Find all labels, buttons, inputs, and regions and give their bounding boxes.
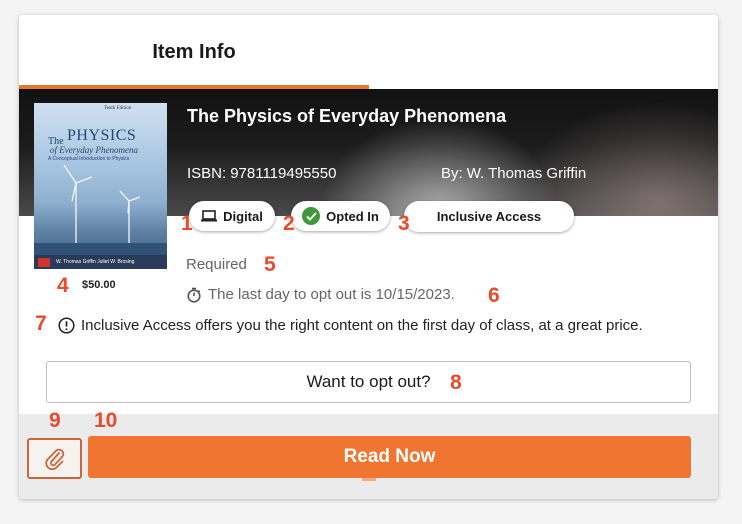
wind-turbine-illustration xyxy=(34,164,167,255)
read-now-indicator xyxy=(362,478,376,481)
annotation-4: 4 xyxy=(57,274,69,297)
annotation-6: 6 xyxy=(488,284,500,307)
cover-subtitle: of Everyday Phenomena xyxy=(50,145,138,155)
info-circle-icon xyxy=(58,317,75,334)
read-now-label: Read Now xyxy=(343,446,436,467)
read-now-button[interactable]: Read Now xyxy=(88,436,691,478)
attach-button[interactable] xyxy=(27,438,82,479)
inclusive-access-info-text: Inclusive Access offers you the right co… xyxy=(81,317,643,334)
annotation-2: 2 xyxy=(283,212,295,235)
annotation-10: 10 xyxy=(94,409,118,432)
paperclip-icon xyxy=(44,448,64,470)
opt-out-button-label: Want to opt out? xyxy=(306,372,431,391)
badge-inclusive-access: Inclusive Access xyxy=(404,201,574,232)
inclusive-access-info: Inclusive Access offers you the right co… xyxy=(58,317,643,334)
badge-digital: Digital xyxy=(189,201,275,231)
annotation-3: 3 xyxy=(398,212,410,235)
isbn-label: ISBN: xyxy=(187,165,227,182)
badge-opted-in-label: Opted In xyxy=(326,208,379,224)
opt-out-button[interactable]: Want to opt out? xyxy=(46,361,691,403)
price: $50.00 xyxy=(82,279,116,291)
item-info-card: Item Info Tenth Edition The PHYSICS of E… xyxy=(19,15,718,499)
cover-authors: W. Thomas Griffin Juliet W. Brosing xyxy=(56,259,135,265)
required-label: Required xyxy=(186,256,247,273)
tab-bar: Item Info xyxy=(19,15,718,89)
cover-edition: Tenth Edition xyxy=(104,106,132,111)
annotation-8: 8 xyxy=(450,371,462,394)
annotation-5: 5 xyxy=(264,253,276,276)
item-title: The Physics of Everyday Phenomena xyxy=(187,106,507,126)
badge-inclusive-access-label: Inclusive Access xyxy=(436,209,542,224)
badge-opted-in: Opted In xyxy=(291,201,390,231)
annotation-1: 1 xyxy=(181,212,193,235)
publisher-logo xyxy=(38,258,50,267)
tab-item-info[interactable]: Item Info xyxy=(19,15,369,89)
isbn: ISBN: 9781119495550 xyxy=(187,165,336,182)
badge-digital-label: Digital xyxy=(223,208,263,224)
cover-tagline: A Conceptual Introduction to Physics xyxy=(48,156,130,162)
check-circle-icon xyxy=(302,207,321,225)
annotation-9: 9 xyxy=(49,409,61,432)
opt-out-deadline: The last day to opt out is 10/15/2023. xyxy=(186,286,455,303)
opt-out-deadline-text: The last day to opt out is 10/15/2023. xyxy=(208,286,455,303)
author: By: W. Thomas Griffin xyxy=(441,165,586,182)
stopwatch-icon xyxy=(187,287,201,303)
cover-physics: PHYSICS xyxy=(67,127,137,144)
isbn-value: 9781119495550 xyxy=(230,165,337,182)
book-cover: Tenth Edition The PHYSICS of Everyday Ph… xyxy=(34,103,167,269)
author-value: W. Thomas Griffin xyxy=(466,165,587,182)
laptop-icon xyxy=(201,210,218,222)
annotation-7: 7 xyxy=(35,312,47,335)
author-label: By: xyxy=(441,165,463,182)
